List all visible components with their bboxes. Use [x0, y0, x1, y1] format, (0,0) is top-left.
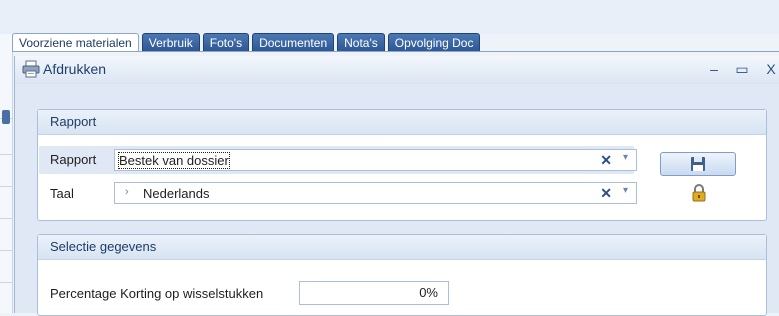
clear-rapport-icon[interactable]: ✕	[600, 152, 612, 169]
tab-documenten[interactable]: Documenten	[252, 33, 335, 52]
tab-fotos[interactable]: Foto's	[202, 33, 250, 52]
floppy-disk-icon	[691, 157, 705, 171]
print-dialog: Afdrukken – ▭ X Rapport Rapport Bestek v…	[14, 56, 779, 316]
panel-marker	[2, 110, 10, 124]
printer-icon	[22, 60, 40, 78]
maximize-button[interactable]: ▭	[733, 59, 751, 79]
clear-taal-icon[interactable]: ✕	[600, 185, 612, 202]
taal-combobox[interactable]: › Nederlands ✕ ▾	[114, 182, 637, 204]
save-button[interactable]	[660, 152, 736, 176]
tab-voorziene-materialen[interactable]: Voorziene materialen	[12, 33, 139, 52]
rapport-combobox[interactable]: Bestek van dossier ✕ ▾	[114, 149, 637, 171]
rapport-group-header: Rapport	[38, 110, 766, 135]
rapport-value: Bestek van dossier	[118, 152, 230, 169]
expand-chevron-icon: ›	[125, 186, 129, 198]
selectie-gegevens-group: Selectie gegevens Percentage Korting op …	[37, 234, 767, 316]
korting-label: Percentage Korting op wisselstukken	[50, 286, 264, 301]
dialog-titlebar[interactable]: Afdrukken – ▭ X	[15, 56, 779, 84]
tab-opvolging-doc[interactable]: Opvolging Doc	[387, 33, 481, 52]
tab-strip: Voorziene materialen Verbruik Foto's Doc…	[12, 33, 483, 52]
tab-strip-divider	[12, 51, 779, 52]
minimize-button[interactable]: –	[705, 59, 723, 79]
taal-dropdown-icon[interactable]: ▾	[623, 185, 628, 196]
tab-notas[interactable]: Nota's	[337, 33, 385, 52]
left-panel-edge	[0, 34, 13, 313]
selectie-gegevens-header: Selectie gegevens	[38, 235, 766, 260]
app-header-background	[0, 0, 779, 34]
rapport-dropdown-icon[interactable]: ▾	[623, 152, 628, 163]
tab-verbruik[interactable]: Verbruik	[141, 33, 200, 52]
close-button[interactable]: X	[762, 59, 779, 79]
taal-label: Taal	[50, 186, 74, 201]
taal-value: Nederlands	[143, 186, 210, 201]
dialog-title: Afdrukken	[43, 61, 107, 77]
korting-input[interactable]: 0%	[299, 281, 449, 305]
rapport-label: Rapport	[50, 152, 97, 167]
padlock-icon	[692, 184, 706, 202]
rapport-group: Rapport Rapport Bestek van dossier ✕ ▾ T…	[37, 109, 767, 221]
